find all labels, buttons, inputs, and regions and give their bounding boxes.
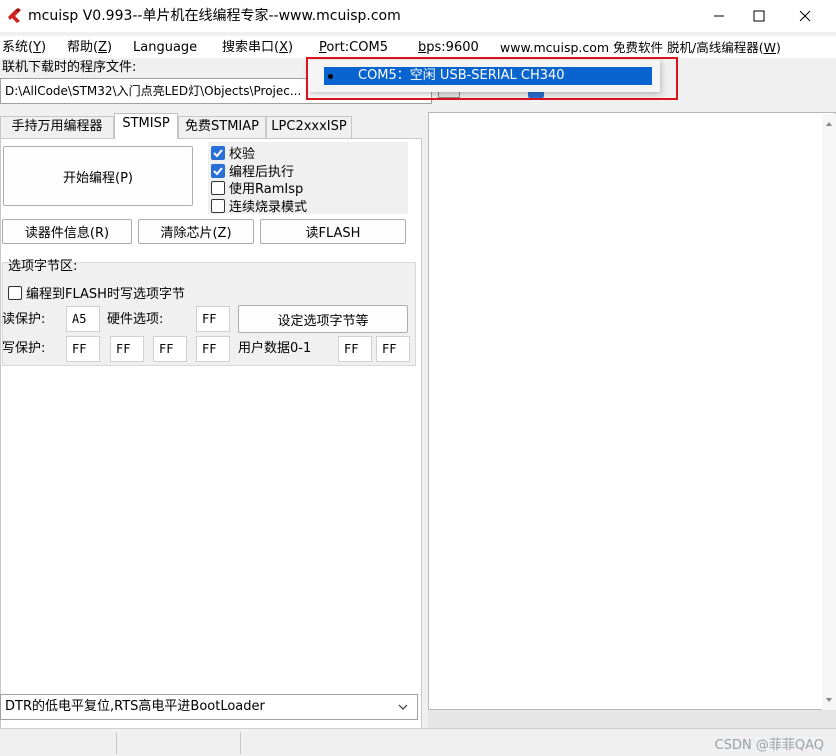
use-ramisp-option[interactable]: 使用RamIsp: [211, 179, 304, 197]
status-separator: [116, 732, 117, 754]
horizontal-scrollbar[interactable]: [428, 710, 836, 728]
continuous-burn-option[interactable]: 连续烧录模式: [211, 197, 308, 215]
read-flash-button[interactable]: 读FLASH: [260, 219, 406, 244]
option-bytes-label: 选项字节区:: [8, 259, 78, 274]
set-option-bytes-button[interactable]: 设定选项字节等: [238, 305, 408, 333]
verify-option[interactable]: 校验: [211, 144, 256, 162]
maximize-button[interactable]: [736, 0, 782, 32]
write-protect-field-1[interactable]: FF: [110, 336, 144, 362]
use-ramisp-label: 使用RamIsp: [229, 182, 304, 197]
hw-option-field[interactable]: FF: [196, 306, 230, 332]
user-data-field-1[interactable]: FF: [376, 336, 410, 362]
scroll-arrows-icon: [826, 122, 832, 702]
erase-chip-button[interactable]: 清除芯片(Z): [138, 219, 254, 244]
verify-label: 校验: [229, 147, 256, 162]
write-option-bytes-label: 编程到FLASH时写选项字节: [26, 287, 185, 302]
log-output-area[interactable]: [428, 112, 836, 710]
write-protect-field-3[interactable]: FF: [196, 336, 230, 362]
hw-option-label: 硬件选项:: [107, 312, 164, 327]
menu-language[interactable]: Language: [133, 38, 197, 58]
tab-handheld[interactable]: 手持万用编程器: [0, 116, 114, 138]
app-logo-icon: [8, 8, 21, 23]
checkbox-unchecked-icon: [8, 285, 22, 300]
read-protect-field[interactable]: A5: [66, 306, 100, 332]
write-protect-field-2[interactable]: FF: [153, 336, 187, 362]
log-scrollbar[interactable]: [822, 114, 836, 710]
start-program-button[interactable]: 开始编程(P): [3, 146, 193, 206]
bootloader-mode-select[interactable]: DTR的低电平复位,RTS高电平进BootLoader: [0, 694, 418, 720]
chevron-down-icon: [398, 704, 408, 710]
close-button[interactable]: [782, 0, 828, 32]
run-after-program-option[interactable]: 编程后执行: [211, 162, 294, 180]
write-protect-field-0[interactable]: FF: [66, 336, 100, 362]
window-title: mcuisp V0.993--单片机在线编程专家--www.mcuisp.com: [28, 8, 401, 24]
checkbox-checked-icon: [211, 163, 225, 178]
status-separator: [240, 732, 241, 754]
close-icon: [799, 10, 811, 22]
maximize-icon: [753, 10, 765, 22]
continuous-burn-label: 连续烧录模式: [229, 200, 308, 215]
user-data-field-0[interactable]: FF: [338, 336, 372, 362]
checkbox-unchecked-icon: [211, 180, 225, 195]
tab-lpc2xxx[interactable]: LPC2xxxISP: [266, 116, 352, 138]
watermark: CSDN @菲菲QAQ: [714, 738, 824, 753]
checkbox-unchecked-icon: [211, 198, 225, 213]
write-protect-label: 写保护:: [2, 341, 46, 356]
status-bar: [0, 728, 836, 756]
menu-search-port[interactable]: 搜索串口(X): [222, 38, 293, 58]
tab-stmisp[interactable]: STMISP: [114, 113, 178, 139]
menu-help[interactable]: 帮助(Z): [67, 38, 112, 58]
user-data-label: 用户数据0-1: [238, 341, 312, 356]
read-protect-label: 读保护:: [2, 312, 46, 327]
checkbox-checked-icon: [211, 145, 225, 160]
write-option-bytes-option[interactable]: 编程到FLASH时写选项字节: [8, 284, 185, 302]
tab-stmiap[interactable]: 免费STMIAP: [178, 116, 266, 138]
file-label: 联机下载时的程序文件:: [2, 60, 137, 75]
read-device-info-button[interactable]: 读器件信息(R): [2, 219, 132, 244]
menu-system[interactable]: 系统(Y): [2, 38, 46, 58]
minimize-icon: [714, 15, 724, 17]
menu-bps[interactable]: bps:9600: [418, 38, 479, 58]
highlight-box: [306, 57, 678, 100]
menu-port[interactable]: Port:COM5: [319, 38, 388, 58]
menu-website[interactable]: www.mcuisp.com 免费软件 脱机/高线编程器(W): [500, 38, 781, 58]
